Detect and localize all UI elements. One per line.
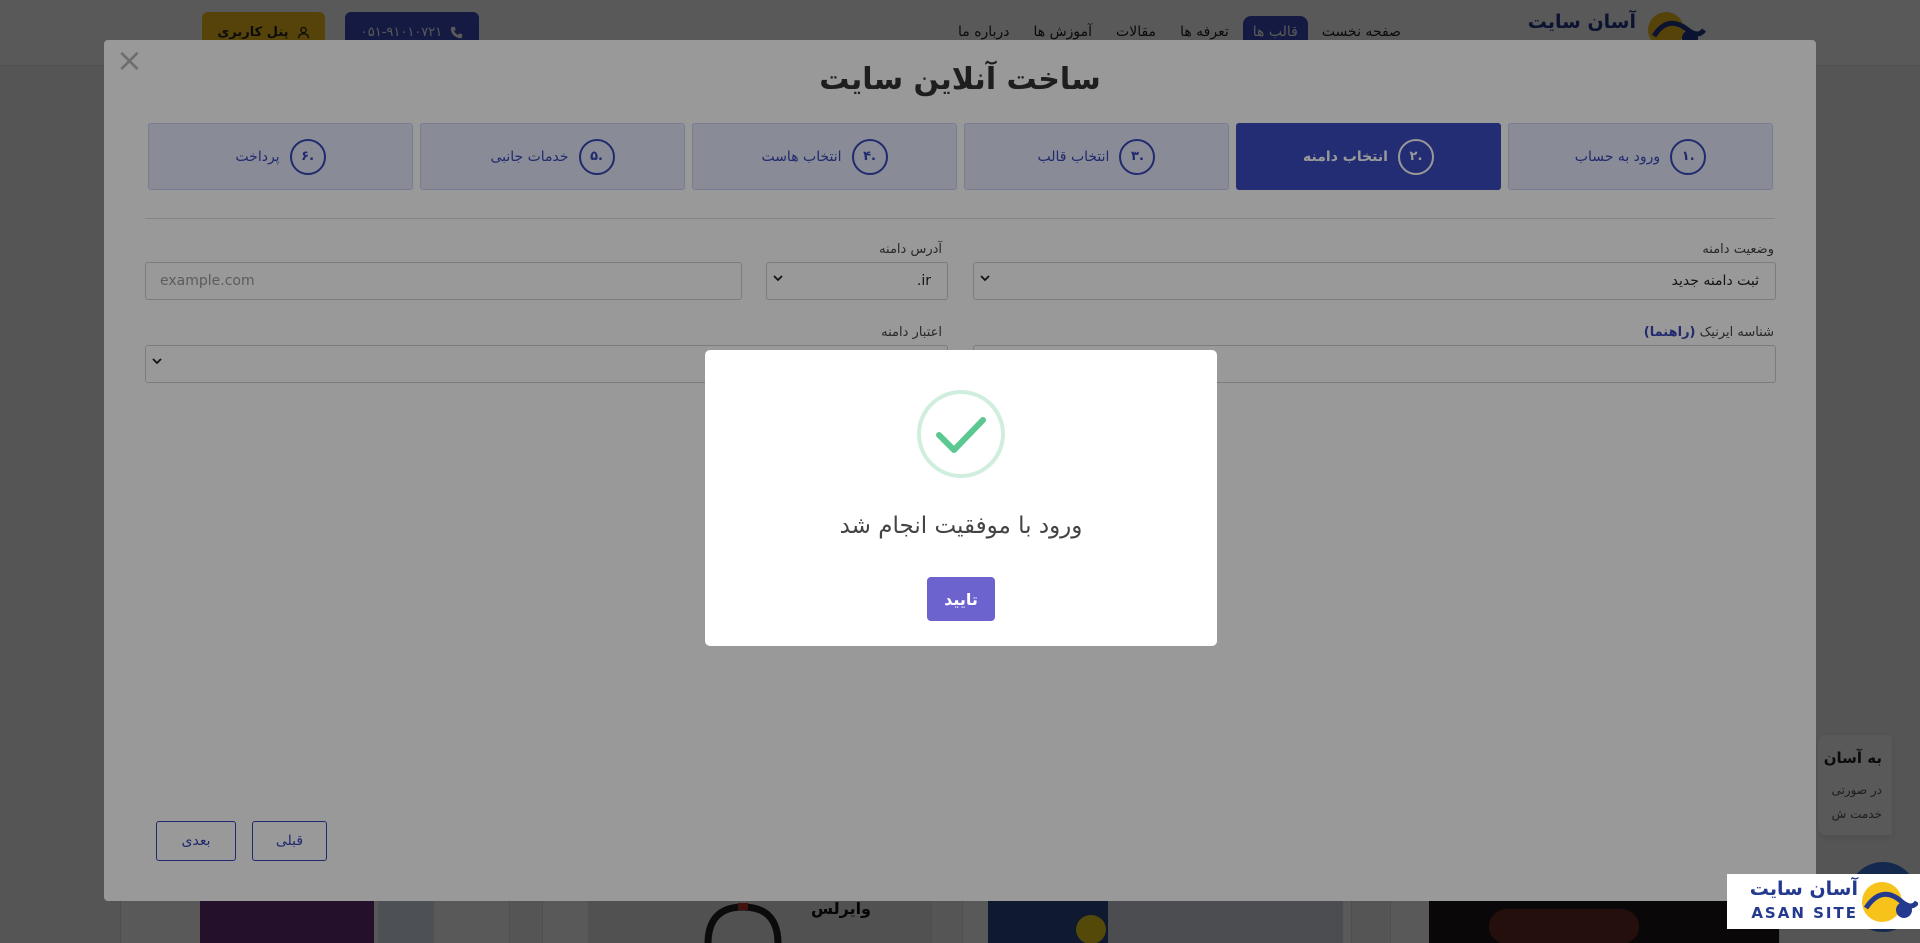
brand-badge: آسان سایت ASAN SITE xyxy=(1727,874,1920,929)
confirm-button[interactable]: تایید xyxy=(927,577,995,621)
brand-badge-fa: آسان سایت xyxy=(1749,878,1858,900)
brand-badge-en: ASAN SITE xyxy=(1751,904,1858,922)
success-dialog: ورود با موفقیت انجام شد تایید xyxy=(705,350,1217,646)
brand-logo-icon xyxy=(1862,882,1918,922)
success-message: ورود با موفقیت انجام شد xyxy=(839,513,1083,539)
check-icon xyxy=(917,390,1005,478)
